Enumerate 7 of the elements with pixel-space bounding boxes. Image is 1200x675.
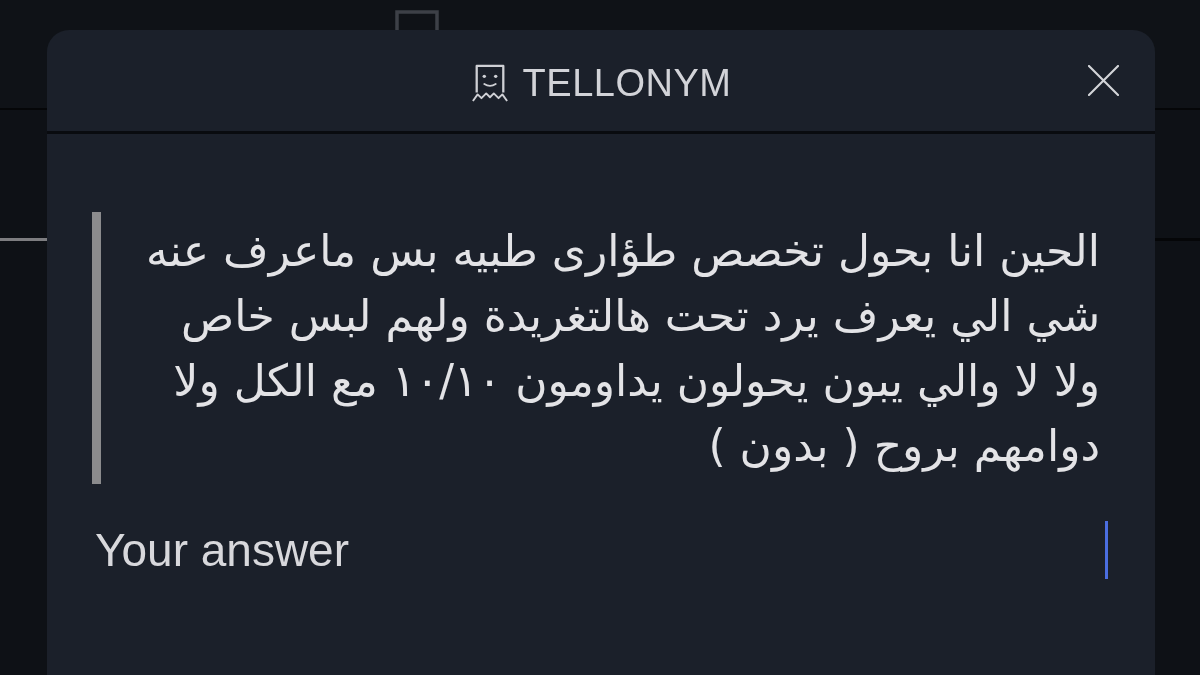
square-outline-icon — [394, 10, 440, 30]
close-icon — [1088, 65, 1119, 96]
question-text: الحين انا بحول تخصص طؤارى طبيه بس ماعرف عنه شي الي يعرف يرد تحت هالتغريدة ولهم لبس خاص ولا لا والي يبون يحولون يداومون ١٠/١٠ مع الكل ولا دوامهم بروح ( بدون ) — [144, 224, 1100, 474]
bag-face-icon — [470, 62, 509, 103]
answer-field[interactable]: Your answer — [92, 520, 1105, 580]
brand-name: TELLONYM — [522, 63, 732, 102]
close-button[interactable] — [1088, 65, 1119, 96]
